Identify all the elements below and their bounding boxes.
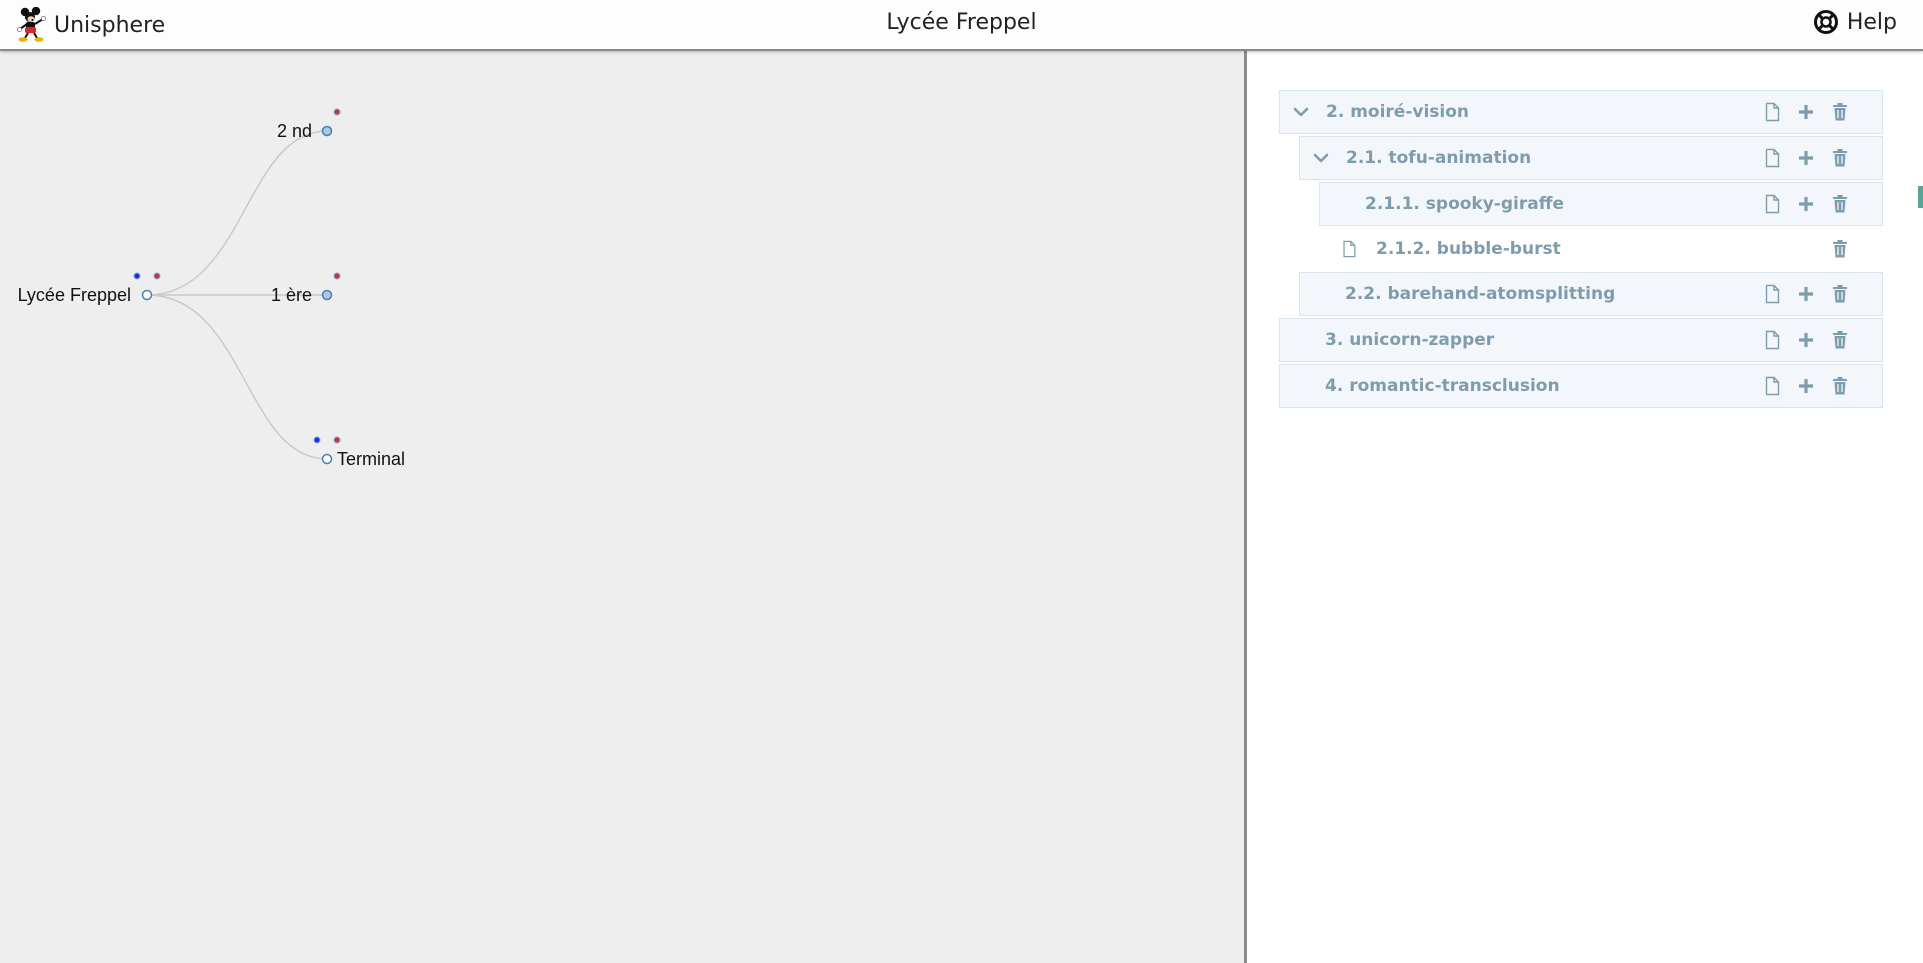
row-actions: [1762, 319, 1850, 361]
graph-node-label: 2 nd: [277, 121, 312, 141]
page-title: Lycée Freppel: [886, 10, 1037, 35]
chevron-down-icon[interactable]: [1312, 149, 1330, 167]
blue-marker-dot[interactable]: [313, 436, 321, 444]
trash-icon[interactable]: [1830, 102, 1850, 122]
outline-panel: 2. moiré-vision 2.1. tofu-animation 2.1.…: [1247, 51, 1923, 963]
tree-item[interactable]: 2.1. tofu-animation: [1299, 136, 1883, 180]
help-button[interactable]: Help: [1813, 9, 1897, 35]
row-actions: [1830, 228, 1850, 270]
tree-item[interactable]: 4. romantic-transclusion: [1279, 364, 1883, 408]
red-marker-dot[interactable]: [333, 436, 341, 444]
graph-node[interactable]: [321, 125, 333, 137]
tree-item-label[interactable]: 2. moiré-vision: [1326, 102, 1469, 122]
graph-node-label: Lycée Freppel: [18, 285, 131, 305]
document-icon[interactable]: [1762, 148, 1782, 168]
document-icon[interactable]: [1762, 194, 1782, 214]
plus-icon[interactable]: [1796, 284, 1816, 304]
trash-icon[interactable]: [1830, 284, 1850, 304]
row-actions: [1762, 183, 1850, 225]
graph-node[interactable]: [321, 453, 333, 465]
graph-node[interactable]: [321, 289, 333, 301]
document-icon[interactable]: [1762, 102, 1782, 122]
tree-item-label[interactable]: 3. unicorn-zapper: [1325, 330, 1494, 350]
tree-item[interactable]: 2.2. barehand-atomsplitting: [1299, 272, 1883, 316]
graph-edge: [146, 294, 328, 460]
plus-icon[interactable]: [1796, 148, 1816, 168]
graph-node-label: Terminal: [337, 449, 405, 469]
tree-item-label[interactable]: 2.1.1. spooky-giraffe: [1365, 194, 1564, 214]
trash-icon[interactable]: [1830, 376, 1850, 396]
document-icon[interactable]: [1762, 376, 1782, 396]
document-icon: [1343, 240, 1356, 258]
trash-icon[interactable]: [1830, 194, 1850, 214]
graph-node-label: 1 ère: [271, 285, 312, 305]
row-actions: [1762, 273, 1850, 315]
tree-item[interactable]: 3. unicorn-zapper: [1279, 318, 1883, 362]
trash-icon[interactable]: [1830, 148, 1850, 168]
blue-marker-dot[interactable]: [133, 272, 141, 280]
red-marker-dot[interactable]: [153, 272, 161, 280]
lifebuoy-icon: [1813, 10, 1838, 34]
graph-node-root[interactable]: [141, 289, 153, 301]
plus-icon[interactable]: [1796, 376, 1816, 396]
help-label: Help: [1846, 9, 1897, 35]
tree-item[interactable]: 2.1.1. spooky-giraffe: [1319, 182, 1883, 226]
graph-edge: [146, 130, 328, 296]
row-actions: [1762, 365, 1850, 407]
top-bar: Unisphere Lycée Freppel Help: [0, 0, 1923, 51]
graph-canvas[interactable]: Lycée Freppel 2 nd 1 ère Terminal: [0, 51, 1244, 963]
red-marker-dot[interactable]: [333, 272, 341, 280]
trash-icon[interactable]: [1830, 239, 1850, 259]
tree-item-label[interactable]: 2.1.2. bubble-burst: [1376, 239, 1561, 259]
plus-icon[interactable]: [1796, 194, 1816, 214]
document-icon[interactable]: [1762, 330, 1782, 350]
tree-item-label[interactable]: 2.2. barehand-atomsplitting: [1345, 284, 1615, 304]
red-marker-dot[interactable]: [333, 108, 341, 116]
row-actions: [1762, 137, 1850, 179]
scrollbar-thumb[interactable]: [1918, 186, 1923, 208]
document-icon[interactable]: [1762, 284, 1782, 304]
trash-icon[interactable]: [1830, 330, 1850, 350]
tree-item-label[interactable]: 4. romantic-transclusion: [1325, 376, 1560, 396]
row-actions: [1762, 91, 1850, 133]
plus-icon[interactable]: [1796, 102, 1816, 122]
chevron-down-icon[interactable]: [1292, 103, 1310, 121]
tree-item[interactable]: 2. moiré-vision: [1279, 90, 1883, 134]
hierarchy-graph[interactable]: Lycée Freppel 2 nd 1 ère Terminal: [0, 51, 1244, 963]
plus-icon[interactable]: [1796, 330, 1816, 350]
tree-item-leaf[interactable]: 2.1.2. bubble-burst: [1319, 227, 1883, 271]
tree-item-label[interactable]: 2.1. tofu-animation: [1346, 148, 1531, 168]
